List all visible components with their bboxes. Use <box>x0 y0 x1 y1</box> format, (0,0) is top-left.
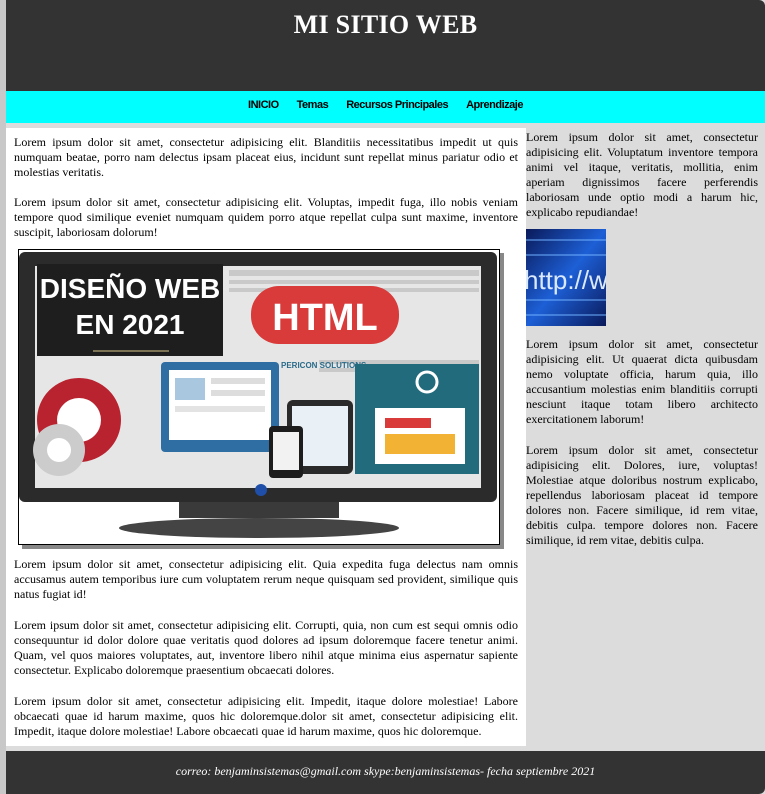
hero-title-line-2: EN 2021 <box>76 309 185 340</box>
sidebar-paragraph-1: Lorem ipsum dolor sit amet, consectetur … <box>526 130 758 219</box>
hero-brand: PERICON SOLUTIONS <box>281 361 367 370</box>
hero-html-label: HTML <box>272 297 378 339</box>
main-paragraph-1: Lorem ipsum dolor sit amet, consectetur … <box>14 135 518 179</box>
nav-item-recursos[interactable]: Recursos Principales <box>337 99 457 111</box>
site-footer: correo: benjaminsistemas@gmail.com skype… <box>6 751 765 794</box>
main-paragraph-3: Lorem ipsum dolor sit amet, consectetur … <box>14 557 518 601</box>
main-content: Lorem ipsum dolor sit amet, consectetur … <box>6 128 526 746</box>
nav-item-inicio[interactable]: INICIO <box>239 99 288 111</box>
main-nav: INICIO Temas Recursos Principales Aprend… <box>6 91 765 123</box>
sidebar-paragraph-2: Lorem ipsum dolor sit amet, consectetur … <box>526 337 758 426</box>
hero-title-line-1: DISEÑO WEB <box>40 273 220 304</box>
http-url-image: http://www <box>526 229 606 326</box>
sidebar-image-text: http://www <box>526 265 606 295</box>
footer-contact-text: correo: benjaminsistemas@gmail.com skype… <box>175 764 596 778</box>
main-paragraph-2: Lorem ipsum dolor sit amet, consectetur … <box>14 195 518 239</box>
nav-item-temas[interactable]: Temas <box>288 99 338 111</box>
main-paragraph-5: Lorem ipsum dolor sit amet, consectetur … <box>14 694 518 738</box>
site-title: MI SITIO WEB <box>293 10 478 39</box>
hero-image: DISEÑO WEB EN 2021 HTML PERICON SOLUTION… <box>18 249 500 545</box>
main-paragraph-4: Lorem ipsum dolor sit amet, consectetur … <box>14 618 518 677</box>
sidebar-paragraph-3: Lorem ipsum dolor sit amet, consectetur … <box>526 443 758 547</box>
nav-list: INICIO Temas Recursos Principales Aprend… <box>239 99 532 111</box>
site-header: MI SITIO WEB <box>6 0 765 91</box>
sidebar-image: http://www <box>526 229 606 326</box>
power-icon <box>255 484 267 496</box>
monitor-illustration: DISEÑO WEB EN 2021 HTML PERICON SOLUTION… <box>19 250 499 544</box>
nav-item-aprendizaje[interactable]: Aprendizaje <box>457 99 532 111</box>
sidebar: Lorem ipsum dolor sit amet, consectetur … <box>526 128 758 746</box>
